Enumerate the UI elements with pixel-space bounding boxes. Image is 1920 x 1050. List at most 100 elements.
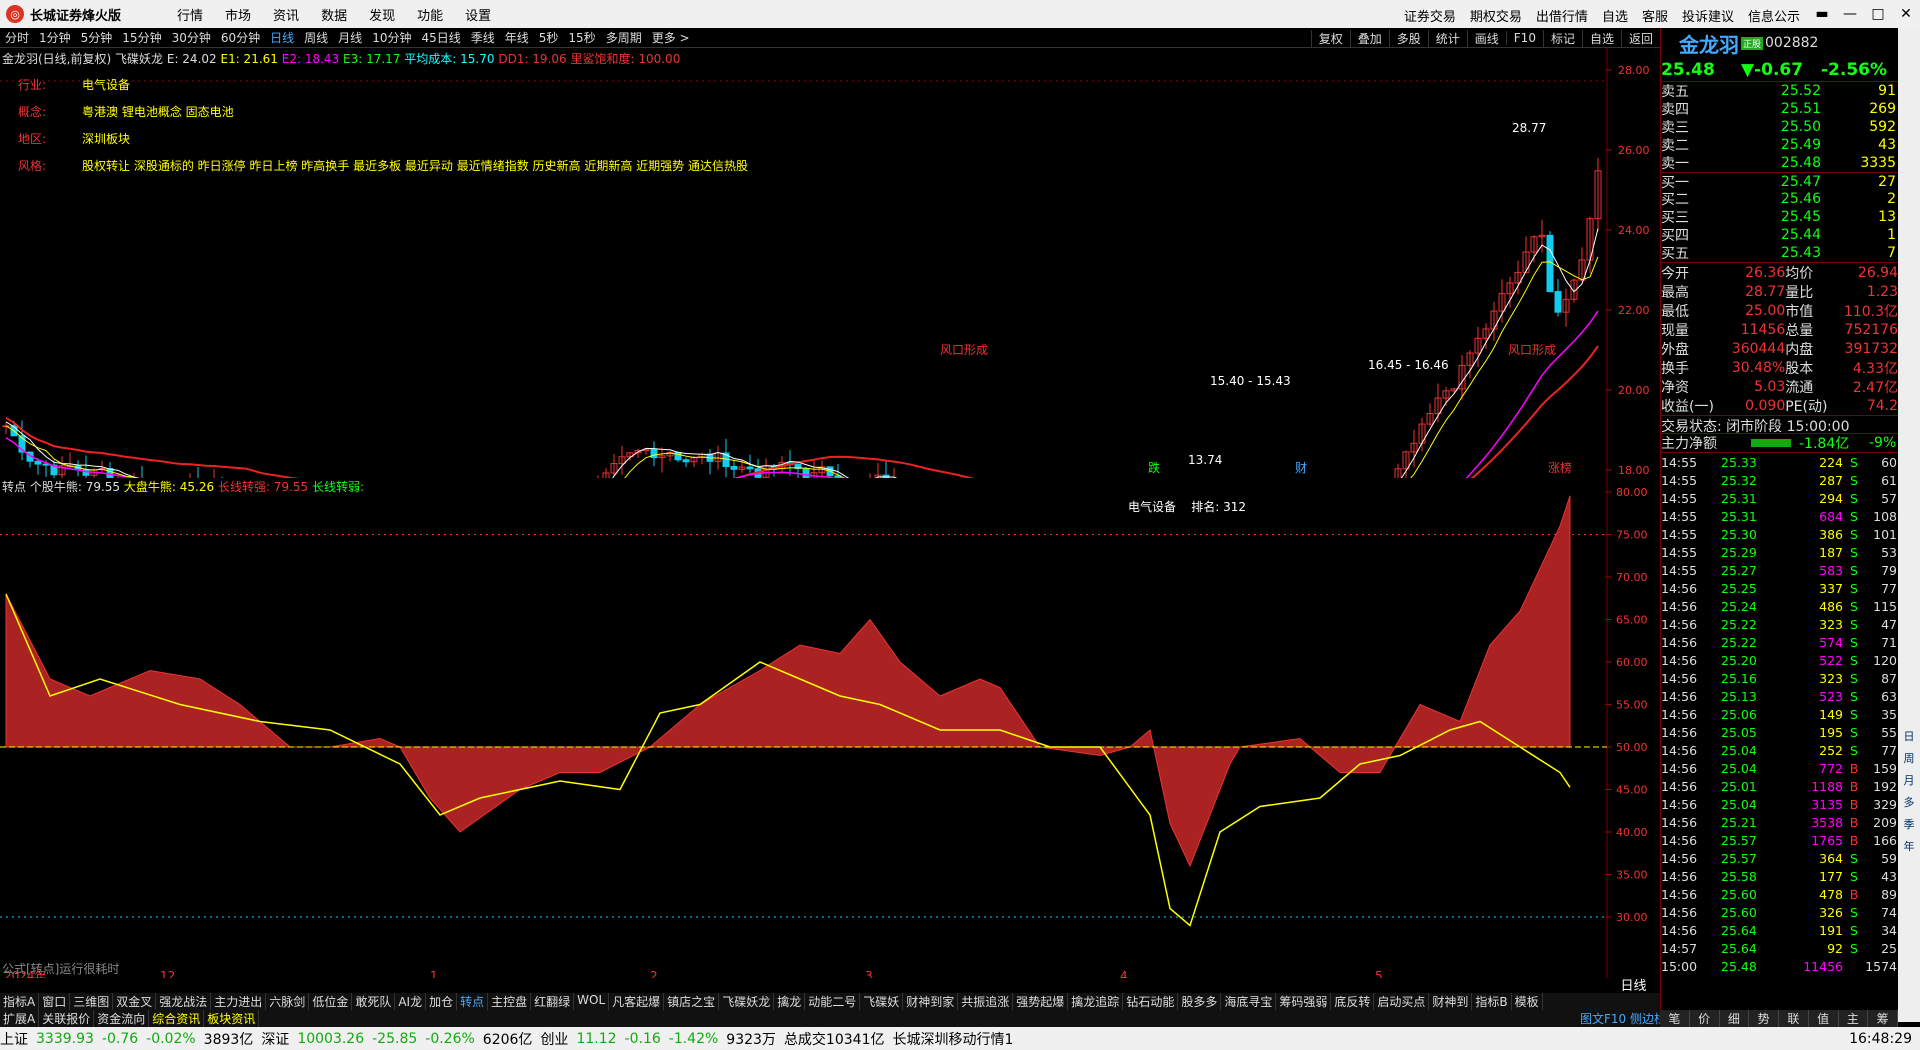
menu-lend[interactable]: 出借行情 bbox=[1536, 10, 1588, 25]
ext-tab-4[interactable]: 板块资讯 bbox=[204, 1010, 260, 1027]
period-16[interactable]: 更多 > bbox=[652, 31, 690, 45]
maximize-icon[interactable]: □ bbox=[1864, 0, 1892, 28]
indicator-tab-26[interactable]: 股多多 bbox=[1178, 993, 1222, 1010]
toolbar-btn-4[interactable]: 画线 bbox=[1466, 29, 1506, 47]
indicator-tab-31[interactable]: 财神到 bbox=[1429, 993, 1473, 1010]
indicator-tab-22[interactable]: 共振追涨 bbox=[958, 993, 1014, 1010]
indicator-tab-23[interactable]: 强势起爆 bbox=[1013, 993, 1069, 1010]
indicator-tab-21[interactable]: 财神到家 bbox=[903, 993, 959, 1010]
indicator-tab-27[interactable]: 海底寻宝 bbox=[1221, 993, 1277, 1010]
indicator-tab-11[interactable]: 转点 bbox=[457, 993, 489, 1010]
indicator-tab-10[interactable]: 加仓 bbox=[426, 993, 458, 1010]
quote-tab-5[interactable]: 值 bbox=[1809, 1010, 1839, 1027]
toolbar-btn-6[interactable]: 标记 bbox=[1542, 29, 1582, 47]
period-5[interactable]: 60分钟 bbox=[221, 31, 260, 45]
indicator-tab-2[interactable]: 三维图 bbox=[70, 993, 114, 1010]
ext-tab-2[interactable]: 资金流向 bbox=[94, 1010, 150, 1027]
indicator-tab-12[interactable]: 主控盘 bbox=[488, 993, 532, 1010]
toolbar-btn-2[interactable]: 多股 bbox=[1388, 29, 1428, 47]
indicator-tab-29[interactable]: 底反转 bbox=[1331, 993, 1375, 1010]
period-7[interactable]: 周线 bbox=[304, 31, 328, 45]
menu-complaint[interactable]: 投诉建议 bbox=[1682, 10, 1734, 25]
indicator-tab-32[interactable]: 指标B bbox=[1472, 993, 1512, 1010]
ext-tab-1[interactable]: 关联报价 bbox=[39, 1010, 95, 1027]
period-9[interactable]: 10分钟 bbox=[372, 31, 411, 45]
indicator-tab-18[interactable]: 擒龙 bbox=[774, 993, 806, 1010]
quote-tab-3[interactable]: 势 bbox=[1749, 1010, 1779, 1027]
toolbar-btn-8[interactable]: 返回 bbox=[1620, 29, 1660, 47]
sidebar-btn-5[interactable]: 年 bbox=[1898, 838, 1920, 854]
period-13[interactable]: 5秒 bbox=[539, 31, 559, 45]
menu-faxian[interactable]: 发现 bbox=[369, 9, 395, 24]
period-11[interactable]: 季线 bbox=[471, 31, 495, 45]
quote-tab-1[interactable]: 价 bbox=[1690, 1010, 1720, 1027]
period-15[interactable]: 多周期 bbox=[606, 31, 642, 45]
indicator-tab-3[interactable]: 双金叉 bbox=[113, 993, 157, 1010]
indicator-tab-24[interactable]: 擒龙追踪 bbox=[1068, 993, 1124, 1010]
quote-tab-0[interactable]: 笔 bbox=[1660, 1010, 1690, 1027]
toolbar-btn-1[interactable]: 叠加 bbox=[1349, 29, 1389, 47]
indicator-tab-17[interactable]: 飞碟妖龙 bbox=[719, 993, 775, 1010]
menu-gongneng[interactable]: 功能 bbox=[417, 9, 443, 24]
period-3[interactable]: 15分钟 bbox=[122, 31, 161, 45]
period-8[interactable]: 月线 bbox=[338, 31, 362, 45]
menu-zixun[interactable]: 资讯 bbox=[273, 9, 299, 24]
indicator-tab-15[interactable]: 凡客起爆 bbox=[609, 993, 665, 1010]
sidebar-btn-2[interactable]: 月 bbox=[1898, 772, 1920, 788]
ext-tab-0[interactable]: 扩展A bbox=[0, 1010, 40, 1027]
menu-disclosure[interactable]: 信息公示 bbox=[1748, 10, 1800, 25]
indicator-tab-25[interactable]: 钻石动能 bbox=[1123, 993, 1179, 1010]
indicator-tab-28[interactable]: 筹码强弱 bbox=[1276, 993, 1332, 1010]
sidebar-btn-1[interactable]: 周 bbox=[1898, 750, 1920, 766]
indicator-tab-6[interactable]: 六脉剑 bbox=[266, 993, 310, 1010]
indicator-tab-5[interactable]: 主力进出 bbox=[211, 993, 267, 1010]
indicator-tab-30[interactable]: 启动买点 bbox=[1374, 993, 1430, 1010]
indicator-tab-1[interactable]: 窗口 bbox=[39, 993, 71, 1010]
indicator-tab-20[interactable]: 飞碟妖 bbox=[860, 993, 904, 1010]
menu-option[interactable]: 期权交易 bbox=[1470, 10, 1522, 25]
indicator-tab-33[interactable]: 模板 bbox=[1512, 993, 1543, 1010]
period-1[interactable]: 1分钟 bbox=[39, 31, 71, 45]
menu-hangqing[interactable]: 行情 bbox=[177, 9, 203, 24]
period-14[interactable]: 15秒 bbox=[568, 31, 595, 45]
indicator-tab-8[interactable]: 敢死队 bbox=[352, 993, 396, 1010]
toolbar-btn-0[interactable]: 复权 bbox=[1310, 29, 1350, 47]
period-12[interactable]: 年线 bbox=[505, 31, 529, 45]
kline-panel[interactable]: 28.0026.0024.0022.0020.0018.0016.0014.00… bbox=[0, 48, 1660, 637]
sidebar-btn-0[interactable]: 日 bbox=[1898, 728, 1920, 744]
indicator-tab-16[interactable]: 镇店之宝 bbox=[664, 993, 720, 1010]
sidebar-btn-4[interactable]: 季 bbox=[1898, 816, 1920, 832]
quote-tab-6[interactable]: 主 bbox=[1839, 1010, 1869, 1027]
menu-trade[interactable]: 证券交易 bbox=[1404, 10, 1456, 25]
quote-tab-2[interactable]: 细 bbox=[1720, 1010, 1750, 1027]
period-0[interactable]: 分时 bbox=[5, 31, 29, 45]
toolbar-btn-5[interactable]: F10 bbox=[1505, 31, 1543, 45]
menu-shezhi[interactable]: 设置 bbox=[465, 9, 491, 24]
menu-shuju[interactable]: 数据 bbox=[321, 9, 347, 24]
indicator-tab-14[interactable]: WOL bbox=[574, 993, 610, 1010]
period-2[interactable]: 5分钟 bbox=[81, 31, 113, 45]
indicator-tab-7[interactable]: 低位金 bbox=[309, 993, 353, 1010]
quote-tab-4[interactable]: 联 bbox=[1779, 1010, 1809, 1027]
indicator-tab-4[interactable]: 强龙战法 bbox=[156, 993, 212, 1010]
menu-watchlist[interactable]: 自选 bbox=[1602, 10, 1628, 25]
f10-sidebar-toggle[interactable]: 图文F10 侧边栏 bbox=[1580, 1010, 1666, 1027]
indicator-tab-19[interactable]: 动能二号 bbox=[805, 993, 861, 1010]
indicator-tab-0[interactable]: 指标A bbox=[0, 993, 40, 1010]
period-10[interactable]: 45日线 bbox=[421, 31, 460, 45]
minimize-icon-2[interactable]: — bbox=[1836, 0, 1864, 28]
menu-shichang[interactable]: 市场 bbox=[225, 9, 251, 24]
sidebar-btn-3[interactable]: 多 bbox=[1898, 794, 1920, 810]
toolbar-btn-3[interactable]: 统计 bbox=[1427, 29, 1467, 47]
close-icon[interactable]: ✕ bbox=[1892, 0, 1920, 28]
toolbar-btn-7[interactable]: 自选 bbox=[1581, 29, 1621, 47]
period-4[interactable]: 30分钟 bbox=[172, 31, 211, 45]
menu-service[interactable]: 客服 bbox=[1642, 10, 1668, 25]
indicator-tab-13[interactable]: 红翻绿 bbox=[531, 993, 575, 1010]
minimize-icon[interactable]: ▬ bbox=[1808, 0, 1836, 28]
ext-tab-3[interactable]: 综合资讯 bbox=[149, 1010, 205, 1027]
indicator-tab-9[interactable]: AI龙 bbox=[395, 993, 427, 1010]
indicator-panel[interactable]: 80.00 75.00 70.00 65.00 60.00 55.00 50.00 45.00… bbox=[0, 478, 1660, 983]
period-6[interactable]: 日线 bbox=[270, 31, 294, 45]
quote-tab-7[interactable]: 筹 bbox=[1868, 1010, 1898, 1027]
